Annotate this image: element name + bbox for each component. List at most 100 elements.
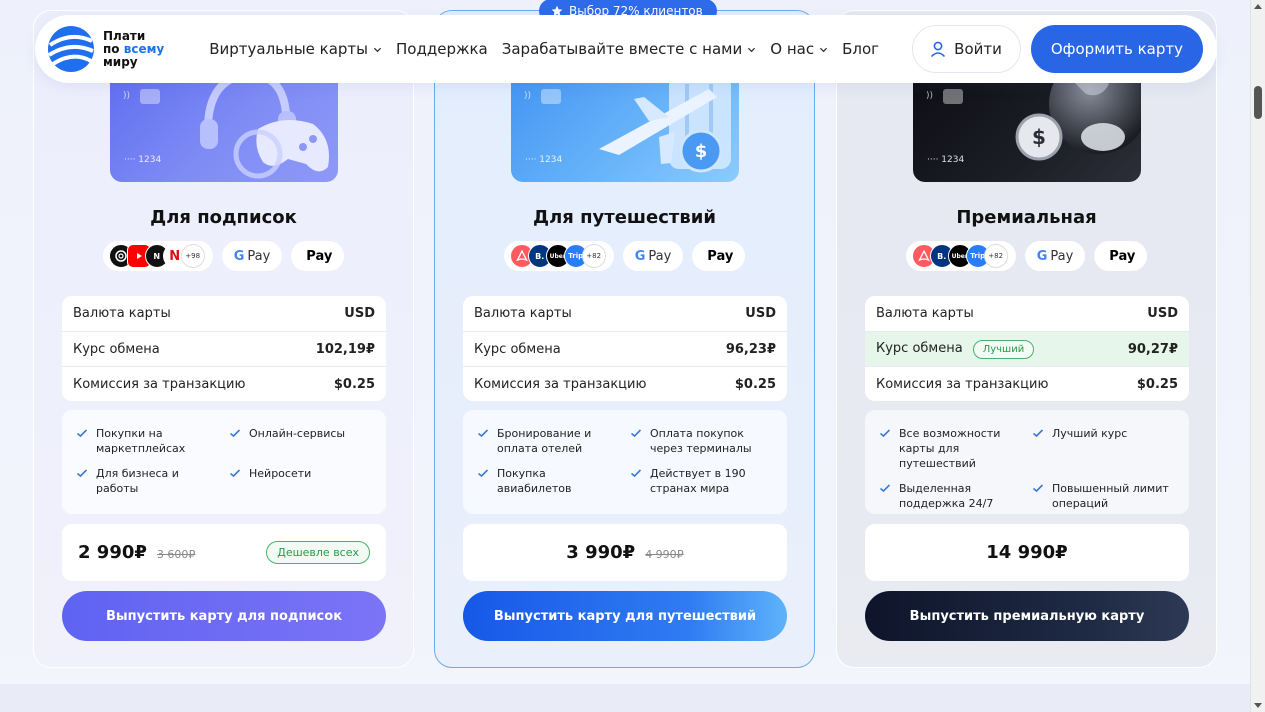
issue-card-button[interactable]: Выпустить премиальную карту bbox=[865, 591, 1189, 641]
check-icon bbox=[76, 427, 88, 439]
plan-card-premium: )) ···· 1234 $ Премиальная B. Uber Trip … bbox=[836, 10, 1217, 668]
google-pay-badge: G Pay bbox=[1024, 241, 1086, 271]
login-button[interactable]: Войти bbox=[912, 25, 1021, 73]
price: 14 990₽ bbox=[986, 542, 1068, 563]
brands-more-count: +82 bbox=[581, 244, 606, 268]
feature-item: Лучший курс bbox=[1032, 426, 1175, 471]
plan-title: Для путешествий bbox=[533, 207, 716, 228]
issue-card-button[interactable]: Выпустить карту для подписок bbox=[62, 591, 386, 641]
check-icon bbox=[477, 467, 489, 479]
apple-pay-badge: Pay bbox=[1094, 241, 1148, 271]
check-icon bbox=[879, 482, 891, 494]
scroll-up-icon[interactable] bbox=[1254, 4, 1262, 9]
scrollbar[interactable] bbox=[1250, 0, 1265, 712]
plan-title: Премиальная bbox=[956, 207, 1097, 228]
contactless-icon: )) bbox=[123, 91, 131, 101]
price-box: 3 990₽ 4 990₽ bbox=[463, 524, 787, 581]
check-icon bbox=[477, 427, 489, 439]
menu-item-about[interactable]: О нас bbox=[770, 40, 828, 58]
old-price: 4 990₽ bbox=[645, 547, 684, 561]
feature-item: Повышенный лимит операций bbox=[1032, 481, 1175, 511]
check-icon bbox=[229, 427, 241, 439]
svg-text:$: $ bbox=[1032, 125, 1046, 149]
chip-icon bbox=[943, 89, 963, 104]
feature-item: Бронирование и оплата отелей bbox=[477, 426, 620, 456]
menu-item-blog[interactable]: Блог bbox=[842, 40, 879, 58]
top-navigation: Плати по всему миру Виртуальные карты По… bbox=[35, 15, 1217, 83]
payment-methods: N N +98 G Pay Pay bbox=[34, 241, 413, 271]
order-card-button[interactable]: Оформить карту bbox=[1030, 25, 1203, 73]
contactless-icon: )) bbox=[926, 91, 934, 101]
rate-row: Валюта карты USD bbox=[876, 306, 1178, 321]
google-g-icon: G bbox=[233, 248, 245, 264]
google-g-icon: G bbox=[1036, 248, 1048, 264]
feature-item: Нейросети bbox=[229, 466, 372, 496]
card-number: ···· 1234 bbox=[124, 155, 162, 165]
feature-item: Оплата покупок через терминалы bbox=[630, 426, 773, 456]
brands-more-count: +98 bbox=[180, 244, 205, 268]
rate-row: Курс обмена 96,23₽ bbox=[463, 331, 787, 366]
scrollbar-thumb[interactable] bbox=[1254, 86, 1262, 119]
card-number: ···· 1234 bbox=[525, 155, 563, 165]
best-rate-badge: Лучший bbox=[972, 339, 1035, 359]
rate-row: Комиссия за транзакцию $0.25 bbox=[62, 366, 386, 401]
menu-item-earn-together[interactable]: Зарабатывайте вместе с нами bbox=[502, 40, 757, 58]
payment-methods: B. Uber Trip +82 G Pay Pay bbox=[435, 241, 814, 271]
contactless-icon: )) bbox=[524, 91, 532, 101]
scroll-down-icon[interactable] bbox=[1254, 703, 1262, 708]
price-box: 2 990₽ 3 600₽ Дешевле всех bbox=[62, 524, 386, 581]
user-icon bbox=[931, 41, 946, 58]
menu-item-virtual-cards[interactable]: Виртуальные карты bbox=[209, 40, 382, 58]
check-icon bbox=[879, 427, 891, 439]
rates-table: Валюта карты USD Курс обмена 96,23₽ Комисс… bbox=[463, 296, 787, 401]
old-price: 3 600₽ bbox=[156, 547, 196, 561]
feature-item: Покупка авиабилетов bbox=[477, 466, 620, 496]
chevron-down-icon bbox=[373, 47, 382, 52]
rate-row: Валюта карты USD bbox=[73, 306, 375, 321]
issue-card-button[interactable]: Выпустить карту для путешествий bbox=[463, 591, 787, 641]
price: 3 990₽ bbox=[566, 542, 636, 563]
features-list: Все возможности карты для путешествий Лу… bbox=[865, 410, 1189, 514]
features-list: Покупки на маркетплейсах Онлайн-сервисы … bbox=[62, 410, 386, 514]
check-icon bbox=[76, 467, 88, 479]
check-icon bbox=[229, 467, 241, 479]
plan-card-subscriptions: )) ···· 1234 Для подписок N N +98 G Pay P… bbox=[33, 10, 414, 668]
plan-title: Для подписок bbox=[150, 207, 297, 228]
feature-item: Онлайн-сервисы bbox=[229, 426, 372, 456]
check-icon bbox=[1032, 482, 1044, 494]
rates-table: Валюта карты USD Курс обмена Лучший 90,27₽ … bbox=[865, 296, 1189, 401]
feature-item: Действует в 190 странах мира bbox=[630, 466, 773, 496]
chip-icon bbox=[140, 89, 160, 104]
chevron-down-icon bbox=[748, 47, 756, 52]
menu-item-support[interactable]: Поддержка bbox=[396, 40, 488, 58]
cheapest-badge: Дешевле всех bbox=[266, 541, 370, 564]
plan-card-travel: Выбор 72% клиентов )) ···· 1234 $ Для пу… bbox=[434, 0, 815, 668]
google-pay-badge: G Pay bbox=[622, 241, 684, 271]
feature-item: Выделенная поддержка 24/7 bbox=[879, 481, 1022, 511]
rate-row: Комиссия за транзакцию $0.25 bbox=[865, 366, 1189, 401]
apple-pay-badge: Pay bbox=[692, 241, 746, 271]
price-box: 14 990₽ bbox=[865, 524, 1189, 581]
chevron-down-icon bbox=[819, 47, 828, 52]
feature-item: Покупки на маркетплейсах bbox=[76, 426, 219, 456]
rates-table: Валюта карты USD Курс обмена 102,19₽ Комис… bbox=[62, 296, 386, 401]
feature-item: Для бизнеса и работы bbox=[76, 466, 219, 496]
logo-text: Плати по всему миру bbox=[103, 28, 165, 69]
logo[interactable]: Плати по всему миру bbox=[47, 25, 164, 73]
rate-row: Комиссия за транзакцию $0.25 bbox=[463, 366, 787, 401]
main-menu: Виртуальные карты Поддержка Зарабатывайт… bbox=[209, 40, 879, 58]
apple-pay-badge: Pay bbox=[291, 241, 345, 271]
svg-text:$: $ bbox=[695, 141, 708, 162]
check-icon bbox=[1032, 427, 1044, 439]
feature-item: Все возможности карты для путешествий bbox=[879, 426, 1022, 471]
features-list: Бронирование и оплата отелей Оплата поку… bbox=[463, 410, 787, 514]
logo-globe-icon bbox=[47, 26, 94, 72]
check-icon bbox=[630, 467, 642, 479]
rate-row: Валюта карты USD bbox=[474, 306, 776, 321]
page-footer-strip bbox=[0, 684, 1250, 712]
brands-more-count: +82 bbox=[983, 244, 1008, 268]
payment-methods: B. Uber Trip +82 G Pay Pay bbox=[837, 241, 1216, 271]
brand-logos: B. Uber Trip +82 bbox=[905, 241, 1016, 271]
rate-row: Курс обмена 102,19₽ bbox=[62, 331, 386, 366]
price: 2 990₽ bbox=[78, 542, 147, 563]
